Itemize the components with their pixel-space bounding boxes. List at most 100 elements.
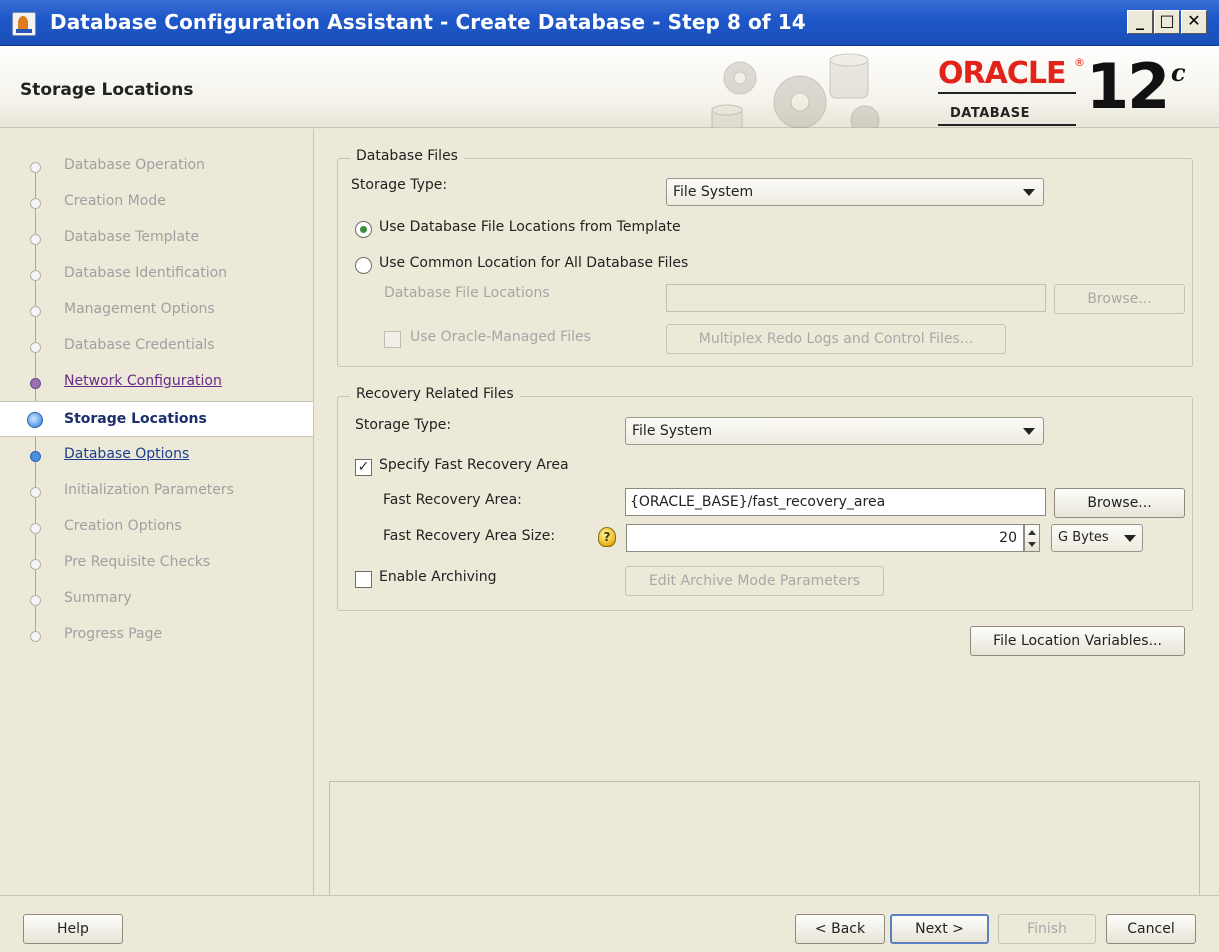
nav-step-label: Database Template (64, 229, 200, 245)
finish-button[interactable]: Finish (998, 914, 1096, 944)
window-title: Database Configuration Assistant - Creat… (50, 10, 806, 34)
step-dot-icon (30, 631, 41, 642)
chevron-down-icon (1023, 428, 1035, 435)
nav-step-label: Database Identification (64, 265, 228, 281)
nav-step-creation-options: Creation Options (0, 509, 313, 545)
use-oracle-managed-files-label: Use Oracle-Managed Files (410, 329, 591, 345)
nav-step-label: Creation Options (64, 518, 182, 534)
nav-step-database-credentials: Database Credentials (0, 328, 313, 364)
fast-recovery-area-value: {ORACLE_BASE}/fast_recovery_area (630, 494, 886, 510)
enable-archiving-checkbox[interactable] (355, 571, 372, 588)
content-panel: Database Files Storage Type: File System… (315, 129, 1219, 899)
step-dot-icon (30, 451, 41, 462)
edit-archive-mode-parameters-button[interactable]: Edit Archive Mode Parameters (625, 566, 884, 596)
nav-step-label: Initialization Parameters (64, 482, 234, 498)
recovery-files-group: Recovery Related Files Storage Type: Fil… (337, 386, 1193, 611)
logo-rule-bottom (938, 124, 1076, 126)
recovery-storage-type-select[interactable]: File System (625, 417, 1044, 445)
fast-recovery-browse-button[interactable]: Browse... (1054, 488, 1185, 518)
help-button[interactable]: Help (23, 914, 123, 944)
registered-mark-icon: ® (1074, 56, 1085, 69)
step-navigation: Database Operation Creation Mode Databas… (0, 129, 314, 895)
chevron-down-icon (1124, 535, 1136, 542)
nav-step-database-identification: Database Identification (0, 256, 313, 292)
step-dot-icon (30, 306, 41, 317)
logo-version: 12 (1086, 50, 1170, 123)
db-file-locations-label: Database File Locations (384, 285, 550, 301)
nav-step-management-options: Management Options (0, 292, 313, 328)
step-dot-icon (30, 234, 41, 245)
recovery-storage-type-value: File System (632, 423, 713, 439)
use-oracle-managed-files-checkbox[interactable] (384, 331, 401, 348)
use-common-location-label[interactable]: Use Common Location for All Database Fil… (379, 255, 688, 271)
step-dot-icon (30, 523, 41, 534)
step-dot-icon (30, 270, 41, 281)
current-step-dot-icon (27, 412, 43, 428)
file-location-variables-button[interactable]: File Location Variables... (970, 626, 1185, 656)
fast-recovery-area-input[interactable]: {ORACLE_BASE}/fast_recovery_area (625, 488, 1046, 516)
fast-recovery-area-size-input[interactable]: 20 (626, 524, 1024, 552)
oracle-wordmark: ORACLE (938, 56, 1066, 91)
nav-step-label[interactable]: Network Configuration (64, 373, 222, 389)
nav-step-database-options[interactable]: Database Options (0, 437, 313, 473)
cancel-button[interactable]: Cancel (1106, 914, 1196, 944)
fast-recovery-area-label: Fast Recovery Area: (383, 492, 522, 508)
step-dot-icon (30, 342, 41, 353)
nav-step-pre-requisite-checks: Pre Requisite Checks (0, 545, 313, 581)
nav-step-initialization-parameters: Initialization Parameters (0, 473, 313, 509)
recovery-storage-type-label: Storage Type: (355, 417, 452, 433)
nav-step-label: Storage Locations (64, 411, 207, 427)
chevron-down-icon (1023, 189, 1035, 196)
use-template-locations-radio[interactable] (355, 221, 372, 238)
enable-archiving-label[interactable]: Enable Archiving (379, 569, 497, 585)
nav-step-database-template: Database Template (0, 220, 313, 256)
step-dot-icon (30, 595, 41, 606)
nav-step-label: Progress Page (64, 626, 163, 642)
logo-database-text: DATABASE (950, 106, 1030, 121)
step-dot-icon (30, 559, 41, 570)
hint-lightbulb-icon[interactable]: ? (598, 527, 616, 547)
size-spinner-control[interactable] (1024, 524, 1040, 552)
db-file-locations-input[interactable] (666, 284, 1046, 312)
wizard-footer: Help < Back Next > Finish Cancel (0, 895, 1219, 952)
step-header: Storage Locations ORACLE ® DATABASE 12 c (0, 46, 1219, 128)
use-template-locations-label[interactable]: Use Database File Locations from Templat… (379, 219, 681, 235)
page-title: Storage Locations (20, 80, 194, 100)
use-common-location-radio[interactable] (355, 257, 372, 274)
nav-step-progress-page: Progress Page (0, 617, 313, 653)
nav-step-label: Pre Requisite Checks (64, 554, 211, 570)
step-dot-icon (30, 378, 41, 389)
message-area (329, 781, 1200, 899)
back-button[interactable]: < Back (795, 914, 885, 944)
size-unit-select[interactable]: G Bytes (1051, 524, 1143, 552)
oracle-12c-logo: ORACLE ® DATABASE 12 c (938, 52, 1208, 126)
nav-step-summary: Summary (0, 581, 313, 617)
fast-recovery-area-size-label: Fast Recovery Area Size: (383, 528, 556, 544)
nav-step-label: Management Options (64, 301, 215, 317)
minimize-button[interactable]: _ (1127, 10, 1153, 34)
nav-step-database-operation: Database Operation (0, 148, 313, 184)
specify-fast-recovery-area-label[interactable]: Specify Fast Recovery Area (379, 457, 569, 473)
db-storage-type-select[interactable]: File System (666, 178, 1044, 206)
nav-step-label[interactable]: Database Options (64, 446, 189, 462)
nav-step-label: Database Credentials (64, 337, 215, 353)
maximize-button[interactable]: □ (1154, 10, 1180, 34)
db-files-browse-button[interactable]: Browse... (1054, 284, 1185, 314)
db-storage-type-label: Storage Type: (351, 177, 448, 193)
step-dot-icon (30, 487, 41, 498)
nav-step-label: Creation Mode (64, 193, 166, 209)
multiplex-redo-logs-button[interactable]: Multiplex Redo Logs and Control Files... (666, 324, 1006, 354)
close-window-button[interactable]: ✕ (1181, 10, 1207, 34)
fast-recovery-area-size-value: 20 (999, 530, 1017, 546)
database-files-group: Database Files Storage Type: File System… (337, 148, 1193, 367)
nav-step-storage-locations: Storage Locations (0, 401, 313, 437)
specify-fast-recovery-area-checkbox[interactable]: ✓ (355, 459, 372, 476)
nav-step-creation-mode: Creation Mode (0, 184, 313, 220)
gears-decoration-icon (711, 53, 880, 128)
size-unit-value: G Bytes (1058, 530, 1109, 545)
title-bar: Database Configuration Assistant - Creat… (0, 0, 1219, 46)
next-button[interactable]: Next > (890, 914, 989, 944)
java-app-icon (12, 12, 36, 36)
database-files-legend: Database Files (350, 148, 464, 164)
nav-step-network-configuration[interactable]: Network Configuration (0, 364, 313, 400)
